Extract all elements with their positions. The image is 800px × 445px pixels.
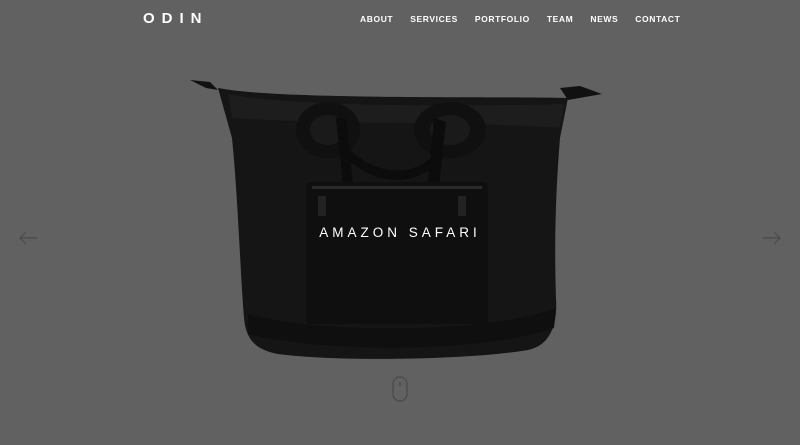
- nav-news[interactable]: NEWS: [590, 14, 618, 24]
- main-nav: ABOUT SERVICES PORTFOLIO TEAM NEWS CONTA…: [360, 14, 697, 24]
- nav-portfolio[interactable]: PORTFOLIO: [475, 14, 530, 24]
- page: ODIN ABOUT SERVICES PORTFOLIO TEAM NEWS …: [0, 0, 800, 445]
- nav-services[interactable]: SERVICES: [410, 14, 458, 24]
- arrow-right-icon[interactable]: [762, 230, 782, 246]
- nav-contact[interactable]: CONTACT: [635, 14, 680, 24]
- site-logo[interactable]: ODIN: [143, 10, 209, 27]
- mouse-scroll-icon[interactable]: [392, 376, 408, 402]
- slide-title: AMAZON SAFARI: [319, 225, 481, 240]
- nav-team[interactable]: TEAM: [547, 14, 573, 24]
- arrow-left-icon[interactable]: [18, 230, 38, 246]
- nav-about[interactable]: ABOUT: [360, 14, 393, 24]
